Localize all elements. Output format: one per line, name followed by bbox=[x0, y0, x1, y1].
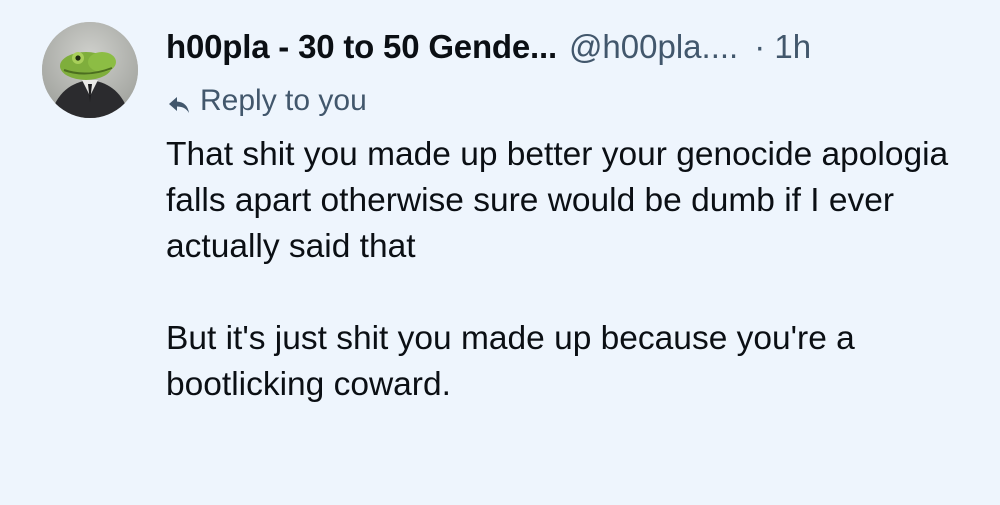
reply-context[interactable]: Reply to you bbox=[166, 80, 367, 122]
reply-context-label: Reply to you bbox=[200, 84, 367, 117]
post-body: That shit you made up better your genoci… bbox=[166, 132, 966, 408]
post-paragraph-2: But it's just shit you made up because y… bbox=[166, 320, 855, 403]
post-paragraph-1: That shit you made up better your genoci… bbox=[166, 136, 949, 265]
frog-avatar-icon bbox=[42, 22, 138, 118]
reply-arrow-icon bbox=[166, 90, 192, 113]
timestamp[interactable]: · 1h bbox=[754, 28, 811, 66]
avatar[interactable] bbox=[42, 22, 138, 118]
post-header: h00pla - 30 to 50 Gende... @h00pla.... ·… bbox=[166, 22, 986, 72]
user-handle[interactable]: @h00pla.... bbox=[569, 28, 738, 66]
display-name[interactable]: h00pla - 30 to 50 Gende... bbox=[166, 28, 557, 66]
reply-post[interactable]: h00pla - 30 to 50 Gende... @h00pla.... ·… bbox=[0, 0, 1000, 505]
